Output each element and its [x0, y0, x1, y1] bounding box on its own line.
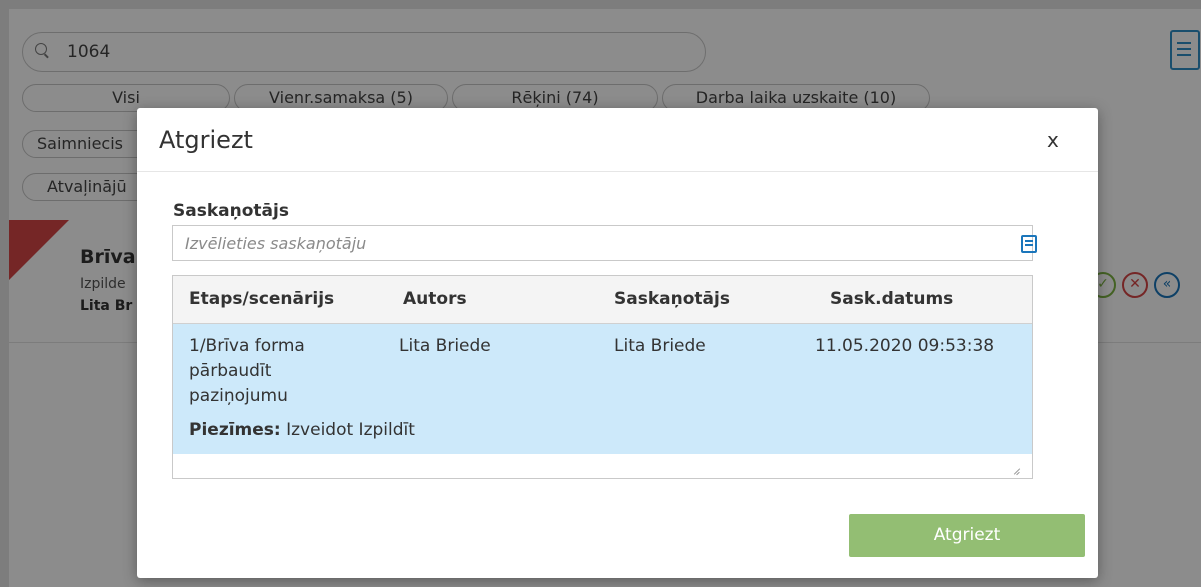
- notes-value: Izveidot Izpildīt: [286, 420, 415, 440]
- notes-label: Piezīmes:: [189, 420, 281, 440]
- stage-line-2: pārbaudīt: [189, 361, 272, 381]
- dropdown-header: Etaps/scenārijs Autors Saskaņotājs Sask.…: [173, 276, 1032, 324]
- lookup-list-icon[interactable]: [1021, 235, 1037, 253]
- stage-line-3: paziņojumu: [189, 386, 288, 406]
- option-author: Lita Briede: [399, 336, 491, 356]
- return-submit-button[interactable]: Atgriezt: [849, 514, 1085, 557]
- approver-placeholder: Izvēlieties saskaņotāju: [185, 234, 367, 253]
- header-date: Sask.datums: [830, 289, 954, 309]
- header-stage: Etaps/scenārijs: [189, 289, 335, 309]
- header-author: Autors: [403, 289, 467, 309]
- approver-dropdown[interactable]: Etaps/scenārijs Autors Saskaņotājs Sask.…: [172, 275, 1033, 479]
- resize-grip-icon[interactable]: [1010, 466, 1020, 476]
- dropdown-option-row[interactable]: 1/Brīva forma pārbaudīt paziņojumu Lita …: [173, 324, 1032, 454]
- header-approver: Saskaņotājs: [614, 289, 730, 309]
- close-icon[interactable]: x: [1047, 128, 1059, 152]
- dialog-title: Atgriezt: [159, 126, 253, 154]
- option-date: 11.05.2020 09:53:38: [815, 336, 995, 356]
- dialog-divider: [137, 171, 1098, 172]
- approver-input[interactable]: Izvēlieties saskaņotāju: [172, 225, 1037, 261]
- option-approver: Lita Briede: [614, 336, 706, 356]
- stage-line-1: 1/Brīva forma: [189, 336, 305, 356]
- approver-label: Saskaņotājs: [173, 201, 289, 221]
- option-stage: 1/Brīva forma pārbaudīt paziņojumu: [189, 334, 305, 409]
- option-notes: Piezīmes: Izveidot Izpildīt: [189, 420, 415, 440]
- return-dialog: Atgriezt x Saskaņotājs Izvēlieties saska…: [137, 108, 1098, 578]
